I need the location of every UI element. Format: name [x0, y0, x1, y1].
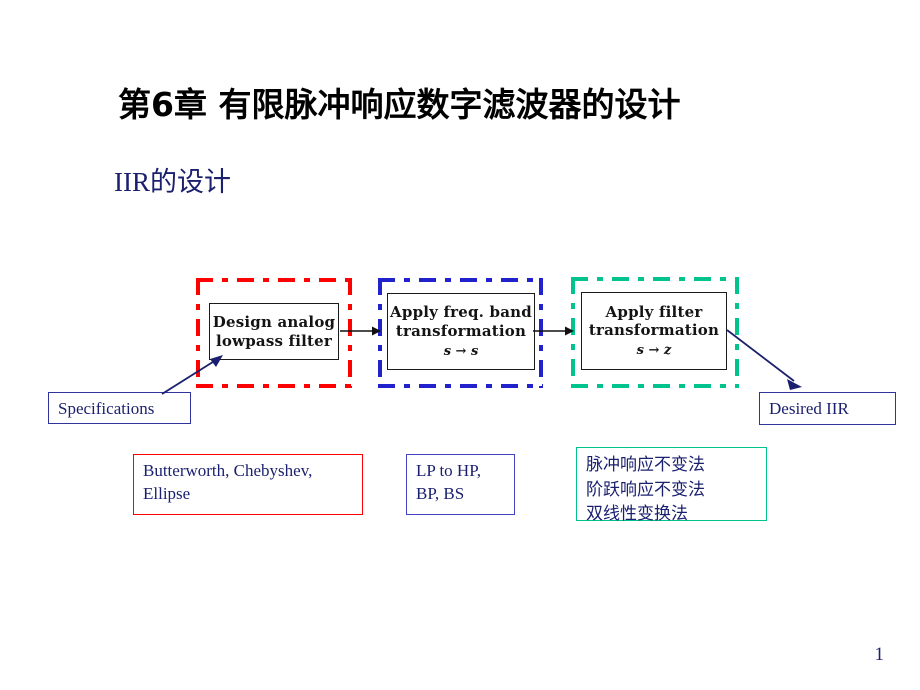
output-desired-iir-label: Desired IIR [769, 399, 849, 418]
note-box-discretization-methods[interactable]: 脉冲响应不变法 阶跃响应不变法 双线性变换法 [576, 447, 767, 524]
process-box-line-1: Apply freq. band [390, 303, 532, 322]
input-specifications-box[interactable]: Specifications [48, 392, 191, 424]
page-title: 第6章 有限脉冲响应数字滤波器的设计 [118, 85, 681, 124]
input-specifications-label: Specifications [58, 399, 155, 418]
process-box-line-2: transformation [588, 321, 720, 340]
page-number: 1 [874, 644, 885, 665]
frame-edge-left [196, 278, 200, 388]
frame-edge-left [378, 278, 382, 388]
note-box-analog-prototypes[interactable]: Butterworth, Chebyshev, Ellipse [133, 454, 363, 515]
process-box-apply-filter-transformation[interactable]: Apply filter transformation s → z [581, 292, 727, 370]
slide-subtitle: IIR的设计 [114, 167, 231, 197]
note-box-band-transformations[interactable]: LP to HP, BP, BS [406, 454, 515, 515]
frame-edge-right [348, 278, 352, 388]
process-box-line-2: lowpass filter [216, 331, 332, 350]
output-desired-iir-box[interactable]: Desired IIR [759, 392, 896, 425]
process-box-design-analog-lowpass[interactable]: Design analog lowpass filter [209, 303, 339, 360]
note-line-3: 双线性变换法 [586, 504, 688, 525]
note-line-1: Butterworth, Chebyshev, [143, 461, 313, 480]
note-line-2: Ellipse [143, 483, 191, 503]
process-box-line-1: Design analog [212, 313, 336, 332]
slide-canvas: 第6章 有限脉冲响应数字滤波器的设计 IIR的设计 Design analog … [0, 0, 920, 690]
process-box-line-1: Apply filter [605, 302, 703, 321]
frame-edge-right [539, 278, 543, 388]
process-box-apply-freq-band-transformation[interactable]: Apply freq. band transformation s → s [387, 293, 535, 370]
frame-edge-left [571, 277, 575, 388]
process-box-line-2: transformation [395, 321, 527, 340]
note-line-1: 脉冲响应不变法 [586, 455, 705, 475]
note-line-2: 阶跃响应不变法 [586, 479, 705, 500]
frame-edge-right [735, 277, 739, 388]
process-box-mapping: s → s [443, 343, 479, 359]
note-line-1: LP to HP, [416, 461, 482, 480]
note-line-2: BP, BS [416, 483, 465, 503]
process-box-mapping: s → z [636, 343, 672, 359]
